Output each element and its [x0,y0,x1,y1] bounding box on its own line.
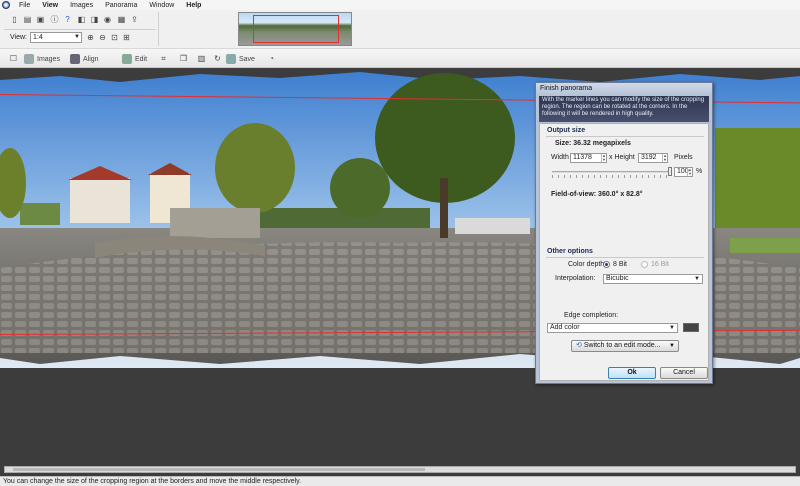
option-8bit-label: 8 Bit [613,261,628,268]
scale-slider-ticks [552,175,670,178]
menu-window[interactable]: Window [143,2,180,9]
section-divider [546,257,704,258]
ok-button[interactable]: Ok [608,367,656,379]
zoom-100-icon[interactable]: ⊞ [121,32,132,43]
scale-slider-thumb[interactable] [668,167,672,176]
dialog-body: Output size Size: 36.32 megapixels Width… [539,123,709,381]
interpolation-value: Bicubic [606,275,629,282]
width-label: Width [551,154,569,161]
help-icon[interactable]: ? [62,14,73,25]
edge-completion-value: Add color [550,324,580,331]
edge-color-swatch[interactable] [683,323,699,332]
images-button-label: Images [37,55,60,63]
dialog-banner-text: With the marker lines you can modify the… [539,96,709,122]
edge-completion-select[interactable]: Add color ▼ [547,323,678,333]
scale-slider-track[interactable] [552,171,670,173]
panorama-tool-icon[interactable]: ◨ [89,14,100,25]
edge-completion-label: Edge completion: [564,312,619,319]
spinner-arrows-icon[interactable]: ▲ ▼ [687,168,692,176]
new-panorama-icon[interactable]: ☐ [8,53,19,64]
images-icon [24,54,34,64]
zoom-out-icon[interactable]: ⊖ [97,32,108,43]
main-toolbar: ▯ ▤ ▣ ⓘ ? ◧ ◨ ◉ ▦ ⇪ [0,10,800,30]
save-button[interactable]: Save [226,53,255,65]
height-label: x Height [609,154,635,161]
width-input[interactable]: 11378 ▲ ▼ [570,153,607,163]
finish-panorama-dialog: Finish panorama With the marker lines yo… [535,82,713,384]
sphere-icon[interactable]: ◉ [102,14,113,25]
section-divider [546,136,704,137]
chevron-down-icon: ▼ [669,343,675,349]
export-icon[interactable]: ⇪ [129,14,140,25]
percent-label: % [696,168,703,175]
navigator-thumbnail[interactable] [238,12,352,46]
edit-button[interactable]: Edit [122,53,147,65]
zoom-fit-icon[interactable]: ⊡ [109,32,120,43]
save-icon [226,54,236,64]
workflow-toolbar: ☐ Images Align Edit ⌗ ❐ ▥ ↻ Save ◔ [0,48,800,68]
menu-panorama[interactable]: Panorama [99,2,143,9]
horizontal-scrollbar[interactable] [4,466,796,473]
view-label: View: [10,34,27,41]
crop-icon[interactable]: ⌗ [158,53,169,64]
radio-8bit[interactable] [603,261,610,268]
menu-bar: File View Images Panorama Window Help [0,0,800,10]
save-file-icon[interactable]: ▣ [35,14,46,25]
stitch-icon[interactable]: ◧ [76,14,87,25]
zoom-select[interactable]: 1:4 ▼ [30,32,82,43]
chevron-down-icon: ▼ [694,276,700,282]
navigator-crop-frame[interactable] [253,15,339,43]
align-button[interactable]: Align [70,53,99,65]
spinner-arrows-icon[interactable]: ▲ ▼ [601,154,606,162]
menu-help[interactable]: Help [180,2,207,9]
radio-16bit[interactable] [641,261,648,268]
menu-images[interactable]: Images [64,2,99,9]
switch-edit-mode-button[interactable]: ⟲ Switch to an edit mode... ▼ [571,340,679,352]
info-icon[interactable]: ⓘ [49,14,60,25]
dialog-title: Finish panorama [536,83,712,96]
height-input[interactable]: 3192 ▲ ▼ [638,153,668,163]
scrollbar-thumb[interactable] [13,468,425,471]
open-file-icon[interactable]: ▤ [22,14,33,25]
copy-icon[interactable]: ❐ [178,53,189,64]
field-of-view-text: Field-of-view: 360.0° x 82.8° [551,191,643,198]
menu-file[interactable]: File [13,2,36,9]
scale-input[interactable]: 100 ▲ ▼ [674,167,693,177]
render-icon[interactable]: ▥ [196,53,207,64]
option-16bit-label: 16 Bit [651,261,669,268]
cancel-button[interactable]: Cancel [660,367,708,379]
cube-icon[interactable]: ▦ [116,14,127,25]
align-button-label: Align [83,55,99,63]
status-text: You can change the size of the cropping … [3,478,302,485]
other-options-title: Other options [547,248,593,255]
save-button-label: Save [239,55,255,63]
edit-icon [122,54,132,64]
edit-mode-icon: ⟲ [576,342,582,349]
refresh-icon[interactable]: ↻ [212,53,223,64]
interpolation-select[interactable]: Bicubic ▼ [603,274,703,284]
size-text: Size: 36.32 megapixels [555,140,631,147]
toolbar-row-divider [4,29,156,30]
toolbar-divider [158,12,159,46]
spinner-arrows-icon[interactable]: ▲ ▼ [662,154,667,162]
publish-icon[interactable]: ◔ [266,53,277,64]
zoom-value: 1:4 [33,34,43,41]
interpolation-label: Interpolation: [555,275,596,282]
images-button[interactable]: Images [24,53,60,65]
switch-edit-mode-label: Switch to an edit mode... [583,342,661,349]
align-icon [70,54,80,64]
width-value: 11378 [573,154,592,161]
color-depth-label: Color depth [568,261,605,268]
edit-button-label: Edit [135,55,148,63]
height-value: 3192 [641,154,657,161]
new-file-icon[interactable]: ▯ [9,14,20,25]
chevron-down-icon: ▼ [74,34,80,40]
chevron-down-icon: ▼ [669,325,675,331]
output-size-title: Output size [547,127,586,134]
status-bar: You can change the size of the cropping … [0,476,800,486]
zoom-in-icon[interactable]: ⊕ [85,32,96,43]
menu-view[interactable]: View [36,2,64,9]
app-logo-icon [2,1,10,9]
unit-label: Pixels [674,154,693,161]
